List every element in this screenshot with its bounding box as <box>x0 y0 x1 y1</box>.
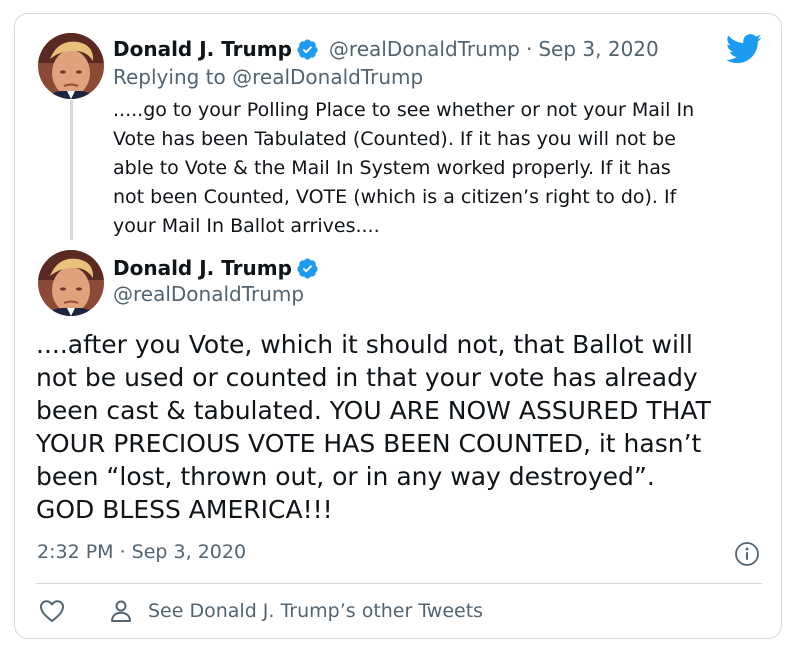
info-icon[interactable] <box>734 541 760 567</box>
display-name[interactable]: Donald J. Trump <box>113 255 292 281</box>
replying-to-label[interactable]: Replying to @realDonaldTrump <box>113 64 423 90</box>
tweet-timestamp[interactable]: 2:32 PM · Sep 3, 2020 <box>37 539 246 565</box>
display-name[interactable]: Donald J. Trump <box>113 36 292 62</box>
reply-tweet-header: Donald J. Trump @realDonaldTrump · Sep 3… <box>113 36 659 62</box>
handle[interactable]: @realDonaldTrump <box>329 36 520 62</box>
main-tweet-text: ....after you Vote, which it should not,… <box>36 330 711 524</box>
person-icon[interactable] <box>108 598 134 624</box>
twitter-bird-icon[interactable] <box>726 34 762 64</box>
avatar[interactable] <box>38 250 104 316</box>
verified-badge-icon <box>297 38 318 60</box>
heart-icon[interactable] <box>38 598 66 624</box>
verified-badge-icon <box>297 257 318 279</box>
avatar-portrait-icon <box>38 250 104 316</box>
main-tweet-header: Donald J. Trump <box>113 255 319 281</box>
handle[interactable]: @realDonaldTrump <box>113 281 304 307</box>
separator-dot: · <box>526 37 533 61</box>
divider <box>36 583 762 584</box>
see-other-tweets-link[interactable]: See Donald J. Trump’s other Tweets <box>148 598 483 624</box>
thread-connector-line <box>70 100 73 240</box>
avatar-portrait-icon <box>38 33 104 99</box>
reply-tweet-text: .....go to your Polling Place to see whe… <box>113 99 695 237</box>
tweet-date[interactable]: Sep 3, 2020 <box>538 36 658 62</box>
avatar[interactable] <box>38 33 104 99</box>
